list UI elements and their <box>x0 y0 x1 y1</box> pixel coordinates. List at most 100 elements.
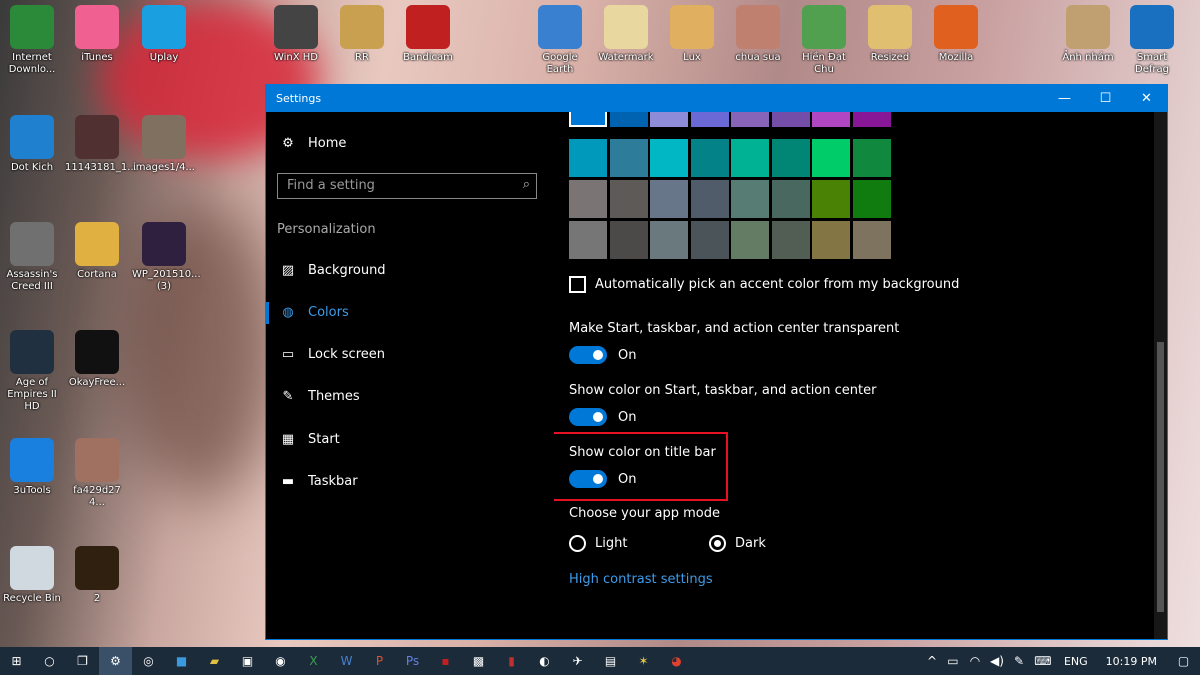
language-indicator[interactable]: ENG <box>1064 655 1088 668</box>
desktop-icon[interactable]: OkayFree... <box>65 330 129 389</box>
scrollbar-thumb[interactable] <box>1157 342 1164 612</box>
color-swatch[interactable] <box>569 180 607 218</box>
desktop-icon[interactable]: Uplay <box>132 5 196 64</box>
high-contrast-link[interactable]: High contrast settings <box>569 572 713 587</box>
color-swatch[interactable] <box>852 139 891 177</box>
app-icon[interactable]: ✶ <box>627 654 660 668</box>
color-swatch[interactable] <box>771 139 810 177</box>
desktop-icon[interactable]: Ảnh nhám <box>1056 5 1120 64</box>
color-swatch[interactable] <box>609 112 648 127</box>
excel-icon[interactable]: X <box>297 654 330 668</box>
color-swatch[interactable] <box>569 139 607 177</box>
light-mode-radio[interactable]: Light <box>569 535 627 552</box>
title-bar-toggle[interactable]: On <box>569 470 636 488</box>
auto-pick-checkbox[interactable]: Automatically pick an accent color from … <box>569 276 959 293</box>
desktop-icon[interactable]: Recycle Bin <box>0 546 64 605</box>
color-swatch[interactable] <box>650 180 688 218</box>
desktop-icon[interactable]: images1/4... <box>132 115 196 174</box>
battery-icon[interactable]: ▭ <box>942 654 964 668</box>
app-icon[interactable]: ◉ <box>264 654 297 668</box>
desktop-icon[interactable]: Google Earth <box>528 5 592 76</box>
settings-taskbar-icon[interactable]: ⚙ <box>99 647 132 675</box>
store-icon[interactable]: ▤ <box>594 654 627 668</box>
word-icon[interactable]: W <box>330 654 363 668</box>
pen-icon[interactable]: ✎ <box>1008 654 1030 668</box>
color-swatch[interactable] <box>569 112 607 127</box>
color-swatch[interactable] <box>650 221 688 259</box>
nav-background[interactable]: ▨ Background <box>280 263 386 278</box>
search-input[interactable]: Find a setting ⌕ <box>277 173 537 199</box>
desktop-icon[interactable]: 11143181_1... <box>65 115 137 174</box>
desktop-icon[interactable]: Smart Defrag <box>1120 5 1184 76</box>
minimize-button[interactable]: — <box>1044 85 1085 112</box>
color-swatch[interactable] <box>812 180 850 218</box>
powerpoint-icon[interactable]: P <box>363 654 396 668</box>
desktop-icon[interactable]: WP_201510... (3) <box>132 222 201 293</box>
app-icon[interactable]: ▩ <box>462 654 495 668</box>
app-icon[interactable]: ▪ <box>429 654 462 668</box>
color-swatch[interactable] <box>812 139 850 177</box>
transparent-toggle[interactable]: On <box>569 346 636 364</box>
desktop-icon[interactable]: Hiền Đạt Chu <box>792 5 856 76</box>
cortana-icon[interactable]: ○ <box>33 654 66 668</box>
desktop-icon[interactable]: Bandicam <box>396 5 460 64</box>
action-center-icon[interactable]: ▢ <box>1167 654 1200 668</box>
nav-start[interactable]: ▦ Start <box>280 432 340 447</box>
color-swatch[interactable] <box>650 112 688 127</box>
dark-mode-radio[interactable]: Dark <box>709 535 766 552</box>
desktop-icon[interactable]: Resized <box>858 5 922 64</box>
close-button[interactable]: ✕ <box>1126 85 1167 112</box>
color-swatch[interactable] <box>609 180 648 218</box>
color-swatch[interactable] <box>690 180 729 218</box>
app-icon[interactable]: ▮ <box>495 654 528 668</box>
photoshop-icon[interactable]: Ps <box>396 654 429 668</box>
clock[interactable]: 10:19 PM <box>1106 655 1157 668</box>
desktop-icon[interactable]: Assassin's Creed III <box>0 222 64 293</box>
color-swatch[interactable] <box>731 139 769 177</box>
color-swatch[interactable] <box>852 112 891 127</box>
app-icon[interactable]: ◎ <box>132 654 165 668</box>
color-swatch[interactable] <box>731 180 769 218</box>
app-icon[interactable]: ✈ <box>561 654 594 668</box>
nav-taskbar[interactable]: ▬ Taskbar <box>280 474 358 489</box>
desktop-icon[interactable]: iTunes <box>65 5 129 64</box>
desktop-icon[interactable]: Lux <box>660 5 724 64</box>
color-swatch[interactable] <box>690 139 729 177</box>
color-swatch[interactable] <box>731 221 769 259</box>
maximize-button[interactable]: ☐ <box>1085 85 1126 112</box>
color-swatch[interactable] <box>812 221 850 259</box>
color-swatch[interactable] <box>609 221 648 259</box>
color-swatch[interactable] <box>690 221 729 259</box>
color-swatch[interactable] <box>650 139 688 177</box>
desktop-icon[interactable]: Watermark <box>594 5 658 64</box>
desktop-icon[interactable]: WinX HD <box>264 5 328 64</box>
wifi-icon[interactable]: ◠ <box>964 654 986 668</box>
desktop-icon[interactable]: fa429d27 4... <box>65 438 129 509</box>
nav-home[interactable]: ⚙ Home <box>280 136 346 151</box>
nav-colors[interactable]: ◍ Colors <box>280 305 348 320</box>
desktop-icon[interactable]: Dot Kich <box>0 115 64 174</box>
desktop-icon[interactable]: 2 <box>65 546 129 605</box>
desktop-icon[interactable]: Cortana <box>65 222 129 281</box>
color-swatch[interactable] <box>771 221 810 259</box>
desktop-icon[interactable]: RR <box>330 5 394 64</box>
color-swatch[interactable] <box>609 139 648 177</box>
desktop-icon[interactable]: chua sua <box>726 5 790 64</box>
scrollbar[interactable] <box>1154 112 1167 639</box>
color-swatch[interactable] <box>771 180 810 218</box>
color-swatch[interactable] <box>852 221 891 259</box>
color-swatch[interactable] <box>569 221 607 259</box>
file-explorer-icon[interactable]: ▰ <box>198 654 231 668</box>
nav-themes[interactable]: ✎ Themes <box>280 389 360 404</box>
desktop-icon[interactable]: Age of Empires II HD <box>0 330 64 413</box>
show-start-toggle[interactable]: On <box>569 408 636 426</box>
color-swatch[interactable] <box>812 112 850 127</box>
nav-lock-screen[interactable]: ▭ Lock screen <box>280 347 385 362</box>
color-swatch[interactable] <box>731 112 769 127</box>
desktop-icon[interactable]: 3uTools <box>0 438 64 497</box>
show-hidden-icons[interactable]: ^ <box>922 654 942 668</box>
color-swatch[interactable] <box>771 112 810 127</box>
app-icon[interactable]: ■ <box>165 654 198 668</box>
desktop-icon[interactable]: Mozilla <box>924 5 988 64</box>
desktop-icon[interactable]: Internet Downlo... <box>0 5 64 76</box>
